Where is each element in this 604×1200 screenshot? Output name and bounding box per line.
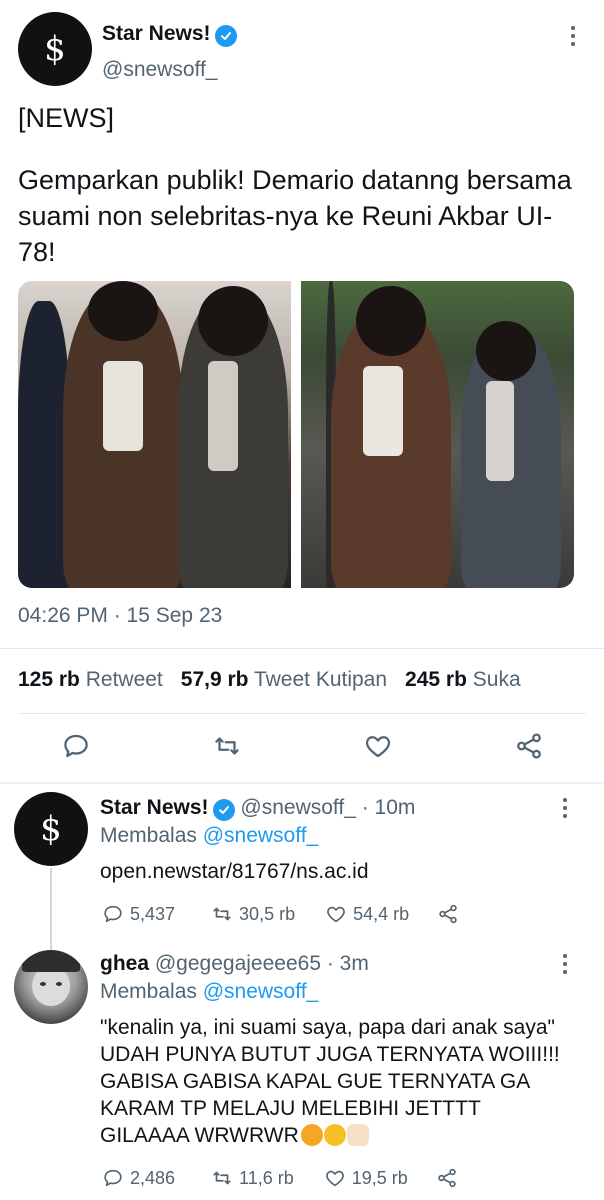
like-button[interactable]: 19,5 rb [324,1167,408,1189]
verified-badge-icon [212,799,235,821]
reply-action-bar: 5,437 30,5 rb 54,4 rb [102,903,459,925]
reply-time[interactable]: · 3m [327,952,369,975]
reply-author-name[interactable]: ghea [100,952,149,975]
share-icon [438,1168,456,1188]
retweet-icon [213,1171,231,1185]
retweets-stat[interactable]: 125 rb Retweet [18,668,163,692]
crying-face-emoji-icon [323,1124,346,1146]
thread-connector [50,868,52,950]
reply-icon [104,905,122,923]
author-name-row[interactable]: Star News! [102,22,237,47]
like-icon [327,906,345,923]
share-icon[interactable] [514,731,544,766]
tired-face-emoji-icon [300,1124,323,1146]
retweet-icon[interactable] [212,731,242,766]
reply-icon[interactable] [61,731,91,766]
more-options-icon[interactable] [561,24,585,48]
likes-stat[interactable]: 245 rb Suka [405,668,521,692]
replying-to: Membalas @snewsoff_ [100,824,319,847]
like-icon [325,1170,344,1187]
retweet-button[interactable]: 30,5 rb [211,903,295,925]
replying-to: Membalas @snewsoff_ [100,980,319,1003]
reply-button[interactable]: 5,437 [102,903,175,925]
fist-emoji-icon [346,1124,369,1146]
like-icon[interactable] [363,731,393,766]
share-icon [439,904,457,924]
reply-author-handle[interactable]: @snewsoff_ [240,796,356,819]
reply-icon [104,1169,122,1187]
replying-to-handle[interactable]: @snewsoff_ [203,824,319,847]
like-button[interactable]: 54,4 rb [325,903,409,925]
divider [0,648,604,649]
reply-author-handle[interactable]: @gegegajeeee65 [155,952,321,975]
share-button[interactable] [436,1167,458,1189]
reply-author-name[interactable]: Star News! [100,796,209,819]
star-news-logo-icon: $ [44,29,66,69]
retweet-icon [213,907,231,921]
tweet-photo-2[interactable] [301,281,574,588]
reply-text: "kenalin ya, ini suami saya, papa dari a… [100,1016,560,1147]
author-handle[interactable]: @snewsoff_ [102,58,218,82]
reply-header[interactable]: ghea @gegegajeeee65 · 3m [100,952,369,976]
replying-to-handle[interactable]: @snewsoff_ [203,980,319,1003]
author-name[interactable]: Star News! [102,22,211,45]
divider [18,713,586,714]
retweet-button[interactable]: 11,6 rb [211,1167,294,1189]
reply-action-bar: 2,486 11,6 rb 19,5 rb [102,1167,458,1189]
reply-header[interactable]: Star News! @snewsoff_ · 10m [100,796,415,821]
tweet-tag: [NEWS] [18,103,115,133]
author-avatar[interactable]: $ [18,12,92,86]
verified-badge-icon [214,25,237,47]
star-news-logo-icon: $ [40,809,62,849]
tweet-media[interactable] [18,281,574,588]
reply-button[interactable]: 2,486 [102,1167,175,1189]
tweet-text: Gemparkan publik! Demario datanng bersam… [18,165,572,267]
reply-avatar[interactable]: $ [14,792,88,866]
quotes-stat[interactable]: 57,9 rb Tweet Kutipan [181,668,387,692]
tweet-timestamp[interactable]: 04:26 PM · 15 Sep 23 [18,604,222,628]
section-divider [0,782,604,784]
reply-link[interactable]: open.newstar/81767/ns.ac.id [100,858,560,885]
more-options-icon[interactable] [553,796,577,820]
tweet-action-bar [0,730,604,766]
reply-time[interactable]: · 10m [362,796,416,819]
more-options-icon[interactable] [553,952,577,976]
tweet-photo-1[interactable] [18,281,291,588]
share-button[interactable] [437,903,459,925]
reply-avatar[interactable] [14,950,88,1024]
tweet-stats: 125 rb Retweet 57,9 rb Tweet Kutipan 245… [18,668,521,692]
